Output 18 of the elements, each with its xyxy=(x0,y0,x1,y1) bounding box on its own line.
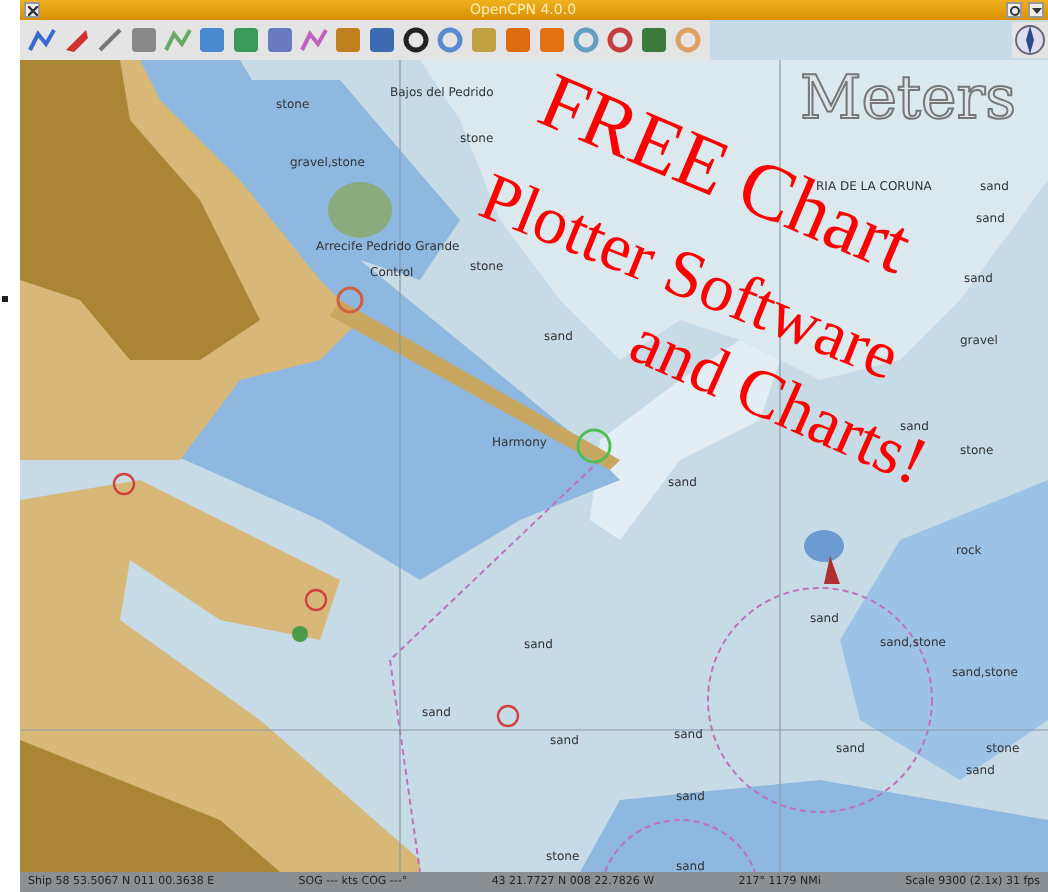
minimize-button[interactable] xyxy=(1006,2,1022,18)
compass-icon[interactable] xyxy=(1012,22,1048,58)
tile-icon[interactable] xyxy=(538,26,566,54)
light-ring-icon xyxy=(112,472,136,496)
pencil-icon[interactable] xyxy=(96,26,124,54)
buoy-icon xyxy=(292,626,308,642)
maximize-button[interactable] xyxy=(1028,2,1044,18)
light-ring-icon xyxy=(496,704,520,728)
marker-icon[interactable] xyxy=(62,26,90,54)
light-ring-icon xyxy=(304,588,328,612)
shoal-area xyxy=(804,530,844,562)
units-label: Meters xyxy=(800,68,1017,132)
zigzag-line-icon[interactable] xyxy=(28,26,56,54)
light-ring-icon xyxy=(336,286,364,314)
island xyxy=(328,182,392,238)
tile-icon[interactable] xyxy=(504,26,532,54)
close-button[interactable] xyxy=(24,2,40,18)
light-ring-icon xyxy=(576,428,612,464)
